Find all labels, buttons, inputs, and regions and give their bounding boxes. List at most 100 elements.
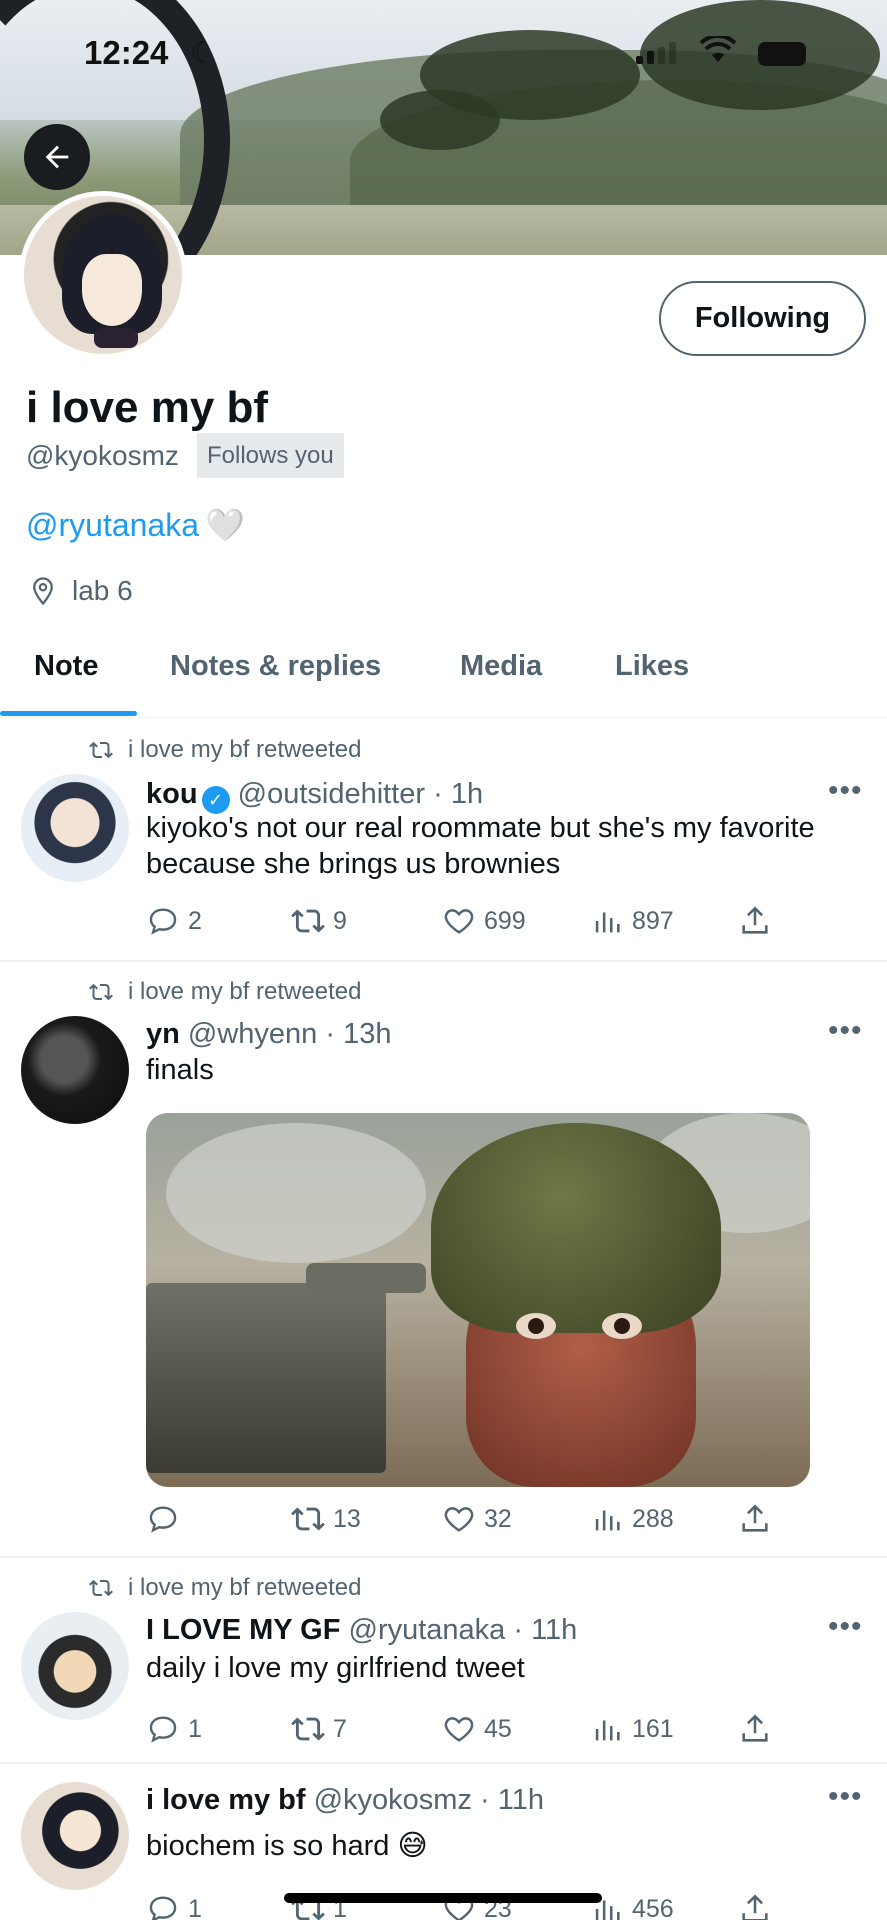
like-button[interactable]: 45 bbox=[442, 1712, 512, 1746]
battery-icon bbox=[758, 42, 806, 66]
reply-button[interactable]: 2 bbox=[146, 904, 202, 938]
media-tank bbox=[146, 1283, 386, 1473]
tweet-author-name[interactable]: I LOVE MY GF bbox=[146, 1614, 340, 1646]
tweet-avatar[interactable] bbox=[21, 1782, 129, 1890]
like-icon bbox=[444, 909, 474, 934]
views-count: 456 bbox=[632, 1894, 674, 1920]
tab-notes-and-replies[interactable]: Notes & replies bbox=[170, 650, 381, 683]
like-icon bbox=[444, 1507, 474, 1532]
following-button[interactable]: Following bbox=[659, 281, 866, 356]
back-button[interactable] bbox=[24, 124, 90, 190]
tab-media[interactable]: Media bbox=[460, 650, 542, 683]
views-button[interactable]: 161 bbox=[590, 1712, 674, 1746]
tweet[interactable]: i love my bf retweeted kou ✓ @outsidehitt… bbox=[0, 718, 887, 962]
like-icon bbox=[444, 1717, 474, 1742]
reply-count: 1 bbox=[188, 1714, 202, 1743]
reply-button[interactable] bbox=[146, 1502, 188, 1536]
retweet-count: 13 bbox=[333, 1504, 361, 1533]
retweet-button[interactable]: 7 bbox=[291, 1712, 347, 1746]
more-icon[interactable]: ••• bbox=[828, 1610, 863, 1644]
views-icon bbox=[595, 1510, 620, 1531]
retweet-label: i love my bf retweeted bbox=[128, 736, 362, 763]
retweet-indicator: i love my bf retweeted bbox=[86, 736, 361, 764]
retweet-icon bbox=[89, 983, 113, 1001]
retweet-icon bbox=[291, 909, 325, 933]
like-button[interactable]: 32 bbox=[442, 1502, 512, 1536]
views-button[interactable]: 288 bbox=[590, 1502, 674, 1536]
media-eye bbox=[516, 1313, 556, 1339]
share-button[interactable] bbox=[738, 1502, 772, 1536]
like-count: 45 bbox=[484, 1714, 512, 1743]
profile-display-name: i love my bf bbox=[26, 383, 269, 432]
tweet-actions: 1 7 45 161 bbox=[146, 1712, 786, 1752]
views-button[interactable]: 897 bbox=[590, 904, 674, 938]
location-text: lab 6 bbox=[72, 575, 133, 606]
share-icon bbox=[742, 1894, 768, 1920]
reply-icon bbox=[149, 1716, 177, 1743]
tab-note[interactable]: Note bbox=[34, 650, 98, 683]
reply-button[interactable]: 1 bbox=[146, 1892, 202, 1920]
tweet-handle-time: @ryutanaka · 11h bbox=[348, 1614, 578, 1646]
views-count: 161 bbox=[632, 1714, 674, 1743]
retweet-indicator: i love my bf retweeted bbox=[86, 1574, 361, 1602]
profile-location: lab 6 bbox=[28, 575, 133, 607]
share-button[interactable] bbox=[738, 1712, 772, 1746]
media-soldier-helmet bbox=[431, 1123, 721, 1333]
tweet-author-name[interactable]: kou bbox=[146, 778, 198, 810]
reply-count: 1 bbox=[188, 1894, 202, 1920]
follows-you-badge: Follows you bbox=[197, 433, 344, 478]
profile-avatar[interactable] bbox=[19, 191, 187, 359]
tab-likes[interactable]: Likes bbox=[615, 650, 689, 683]
share-icon bbox=[742, 1504, 768, 1532]
cellular-signal-icon bbox=[636, 42, 680, 64]
share-icon bbox=[742, 906, 768, 934]
retweet-indicator: i love my bf retweeted bbox=[86, 978, 361, 1006]
retweet-icon bbox=[291, 1717, 325, 1741]
home-indicator[interactable] bbox=[284, 1893, 602, 1903]
retweet-count: 9 bbox=[333, 906, 347, 935]
tweet-avatar[interactable] bbox=[21, 774, 129, 882]
bio-heart-emoji: 🤍 bbox=[205, 507, 245, 543]
media-eye bbox=[602, 1313, 642, 1339]
profile-handle: @kyokosmz bbox=[26, 440, 179, 471]
views-button[interactable]: 456 bbox=[590, 1892, 674, 1920]
tweet-media-image[interactable] bbox=[146, 1113, 810, 1487]
tweet-avatar[interactable] bbox=[21, 1016, 129, 1124]
share-button[interactable] bbox=[738, 1892, 772, 1920]
tweet-handle-time: @whyenn · 13h bbox=[187, 1018, 392, 1050]
reply-icon bbox=[149, 908, 177, 935]
tweet[interactable]: i love my bf retweeted I LOVE MY GF @ryu… bbox=[0, 1558, 887, 1764]
avatar-bow bbox=[94, 328, 138, 348]
tweet-header: yn @whyenn · 13h bbox=[146, 1018, 391, 1051]
retweet-count: 7 bbox=[333, 1714, 347, 1743]
tweet-header: I LOVE MY GF @ryutanaka · 11h bbox=[146, 1614, 577, 1647]
reply-count: 2 bbox=[188, 906, 202, 935]
tweet-handle-time: @outsidehitter · 1h bbox=[237, 778, 484, 810]
more-icon[interactable]: ••• bbox=[828, 1014, 863, 1048]
tweet-header: kou ✓ @outsidehitter · 1h bbox=[146, 778, 483, 814]
retweet-label: i love my bf retweeted bbox=[128, 1574, 362, 1601]
profile-tabs: Note Notes & replies Media Likes bbox=[0, 630, 887, 718]
reply-button[interactable]: 1 bbox=[146, 1712, 202, 1746]
moon-icon: ☾ bbox=[190, 37, 217, 70]
bio-mention-link[interactable]: @ryutanaka bbox=[26, 507, 199, 543]
more-icon[interactable]: ••• bbox=[828, 774, 863, 808]
like-button[interactable]: 699 bbox=[442, 904, 526, 938]
location-pin-icon bbox=[33, 577, 53, 606]
profile-bio: @ryutanaka 🤍 bbox=[26, 506, 245, 544]
share-button[interactable] bbox=[738, 904, 772, 938]
status-time: 12:24 bbox=[84, 34, 169, 71]
tweet-text: kiyoko's not our real roommate but she's… bbox=[146, 812, 815, 880]
tweet-avatar[interactable] bbox=[21, 1612, 129, 1720]
like-count: 32 bbox=[484, 1504, 512, 1533]
tweet-text: finals bbox=[146, 1054, 214, 1086]
share-icon bbox=[742, 1714, 768, 1742]
tweet-author-name[interactable]: yn bbox=[146, 1018, 180, 1050]
status-bar: 12:24 ☾ bbox=[0, 28, 887, 78]
retweet-icon bbox=[89, 741, 113, 759]
retweet-button[interactable]: 9 bbox=[291, 904, 347, 938]
tweet-author-name[interactable]: i love my bf bbox=[146, 1784, 306, 1816]
retweet-button[interactable]: 13 bbox=[291, 1502, 361, 1536]
more-icon[interactable]: ••• bbox=[828, 1780, 863, 1814]
like-count: 699 bbox=[484, 906, 526, 935]
